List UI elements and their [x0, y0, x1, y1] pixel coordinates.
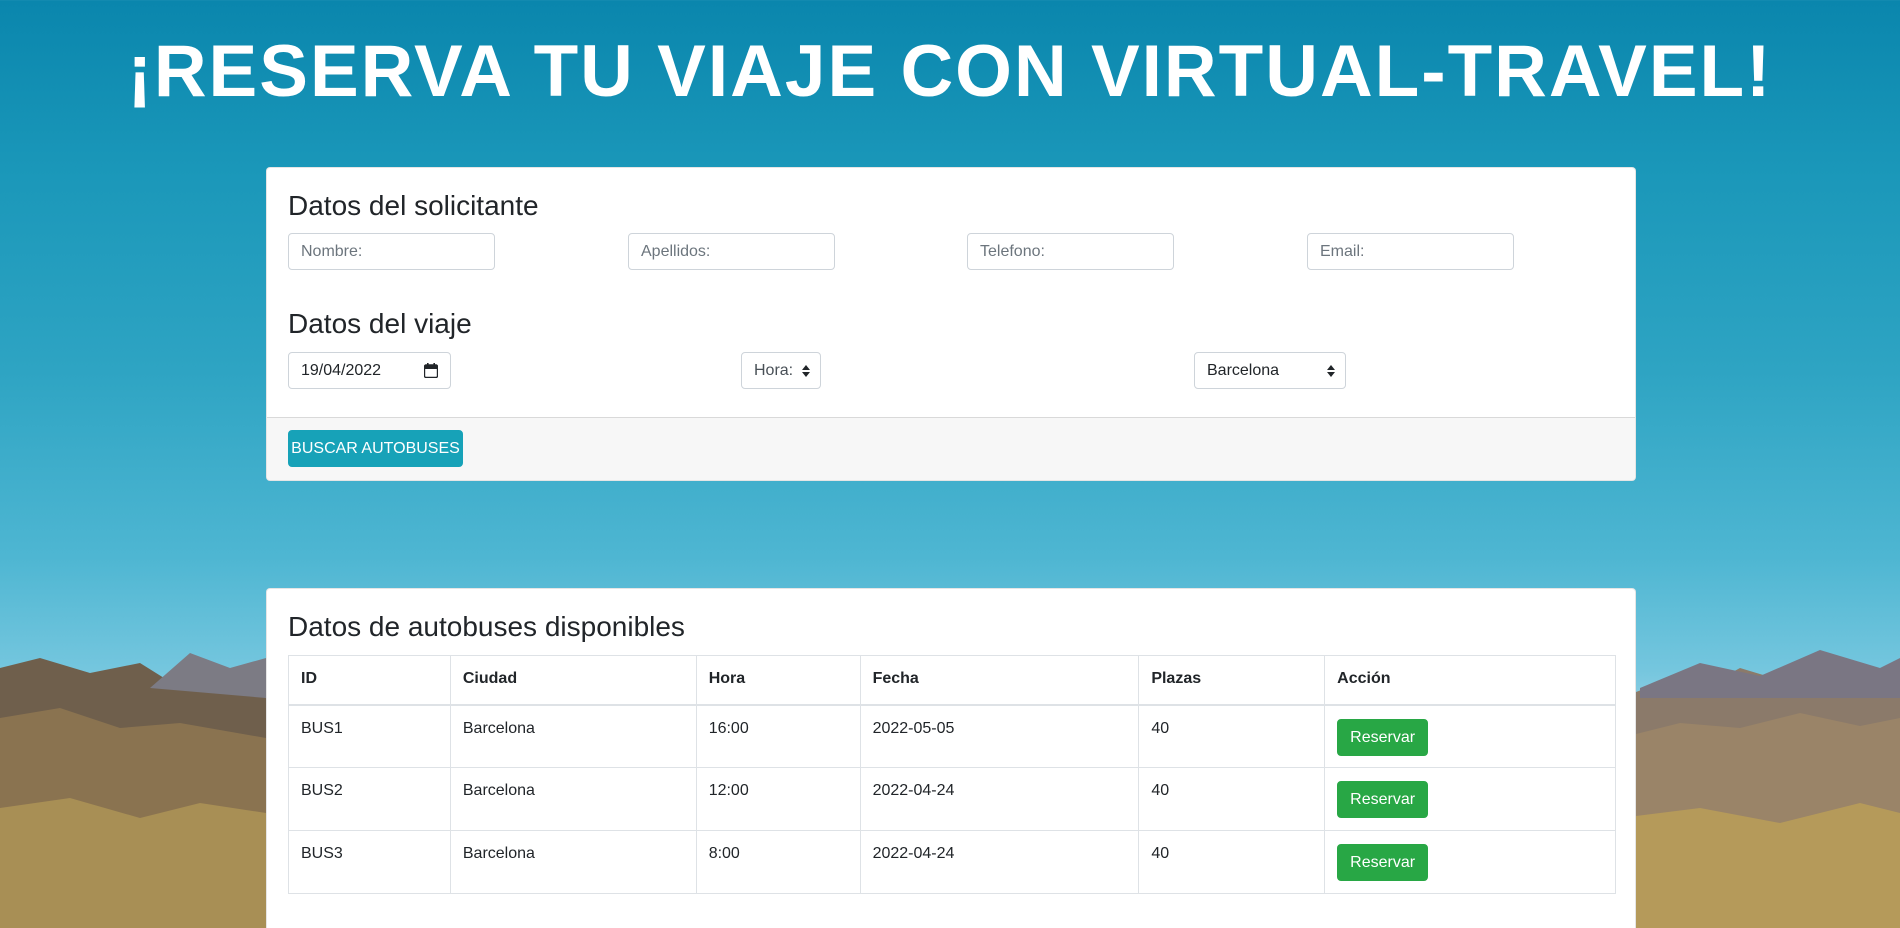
table-row: BUS2 Barcelona 12:00 2022-04-24 40 Reser… [288, 767, 1616, 831]
page-title: ¡RESERVA TU VIAJE CON VIRTUAL-TRAVEL! [127, 31, 1773, 112]
booking-form-card: Datos del solicitante Nombre: Apellidos:… [266, 167, 1636, 481]
destino-value: Barcelona [1207, 362, 1280, 379]
column-header-hora: Hora [695, 655, 861, 706]
solicitante-heading: Datos del solicitante [288, 190, 539, 221]
viaje-heading: Datos del viaje [288, 308, 472, 339]
cell-hora: 8:00 [695, 830, 861, 894]
reservar-button[interactable]: Reservar [1337, 844, 1429, 881]
cell-ciudad: Barcelona [449, 830, 697, 894]
cell-plazas: 40 [1138, 767, 1326, 831]
email-input[interactable]: Email: [1307, 233, 1514, 270]
table-header-row: ID Ciudad Hora Fecha Plazas Acción [288, 655, 1616, 706]
updown-icon [802, 365, 810, 377]
fecha-value: 19/04/2022 [301, 362, 382, 379]
reservar-button[interactable]: Reservar [1337, 781, 1429, 818]
column-header-ciudad: Ciudad [449, 655, 697, 706]
cell-id: BUS2 [288, 767, 451, 831]
hora-value: Hora: [754, 362, 794, 379]
cell-ciudad: Barcelona [449, 767, 697, 831]
calendar-icon[interactable] [424, 363, 438, 378]
table-row: BUS3 Barcelona 8:00 2022-04-24 40 Reserv… [288, 830, 1616, 894]
column-header-fecha: Fecha [859, 655, 1140, 706]
column-header-id: ID [288, 655, 451, 706]
buscar-autobuses-button[interactable]: BUSCAR AUTOBUSES [288, 430, 463, 467]
telefono-input[interactable]: Telefono: [967, 233, 1174, 270]
form-footer: BUSCAR AUTOBUSES [267, 417, 1635, 480]
autobuses-card: Datos de autobuses disponibles ID Ciudad… [266, 588, 1636, 928]
updown-icon [1327, 365, 1335, 377]
cell-accion: Reservar [1324, 704, 1616, 768]
autobuses-table: ID Ciudad Hora Fecha Plazas Acción BUS1 … [288, 655, 1616, 894]
cell-id: BUS1 [288, 704, 451, 768]
autobuses-heading: Datos de autobuses disponibles [288, 611, 685, 642]
cell-accion: Reservar [1324, 767, 1616, 831]
cell-id: BUS3 [288, 830, 451, 894]
cell-plazas: 40 [1138, 830, 1326, 894]
apellidos-input[interactable]: Apellidos: [628, 233, 835, 270]
cell-fecha: 2022-05-05 [859, 704, 1140, 768]
table-row: BUS1 Barcelona 16:00 2022-05-05 40 Reser… [288, 704, 1616, 768]
cell-fecha: 2022-04-24 [859, 830, 1140, 894]
cell-hora: 16:00 [695, 704, 861, 768]
cell-hora: 12:00 [695, 767, 861, 831]
column-header-plazas: Plazas [1138, 655, 1326, 706]
cell-plazas: 40 [1138, 704, 1326, 768]
cell-accion: Reservar [1324, 830, 1616, 894]
reservar-button[interactable]: Reservar [1337, 718, 1429, 756]
column-header-accion: Acción [1324, 655, 1616, 706]
fecha-input[interactable]: 19/04/2022 [288, 352, 451, 389]
nombre-input[interactable]: Nombre: [288, 233, 495, 270]
cell-ciudad: Barcelona [449, 704, 697, 768]
hora-select[interactable]: Hora: [741, 352, 821, 389]
cell-fecha: 2022-04-24 [859, 767, 1140, 831]
destino-select[interactable]: Barcelona [1194, 352, 1346, 389]
